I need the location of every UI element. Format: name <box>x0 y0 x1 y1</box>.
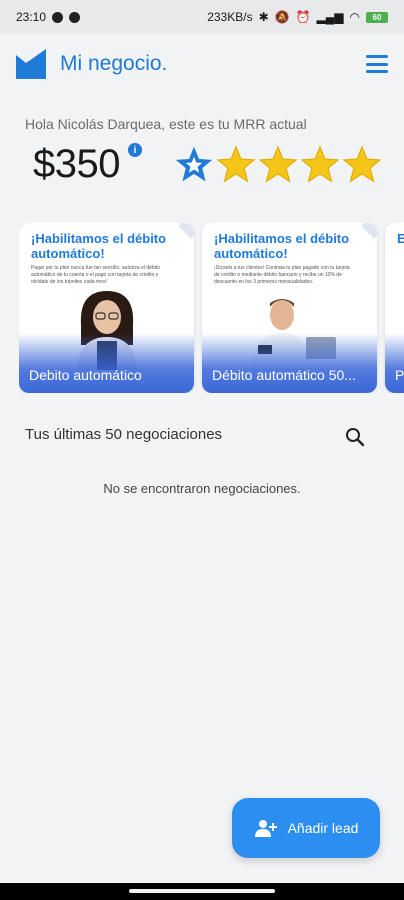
alarm-icon: ⏰ <box>295 10 311 24</box>
search-button[interactable] <box>344 426 366 448</box>
star-gold-icon <box>216 145 256 183</box>
card-gradient <box>385 333 404 393</box>
promo-card[interactable]: E Pl <box>385 223 404 393</box>
add-person-icon <box>254 820 277 837</box>
battery-icon: 60 <box>366 11 388 23</box>
mute-icon: 🔕 <box>274 10 290 24</box>
status-time: 23:10 <box>16 10 47 24</box>
card-gradient <box>202 333 377 393</box>
promo-headline: E <box>397 231 404 246</box>
brand: Mi negocio. <box>16 49 167 79</box>
promo-card[interactable]: ¡Habilitamos el débito automático! ¡Dícs… <box>202 223 377 393</box>
system-nav-bar <box>0 883 404 900</box>
app-bar: Mi negocio. <box>0 34 404 94</box>
signal-icon: ▂▄▆ <box>316 10 344 24</box>
promo-label: Debito automático <box>29 367 142 383</box>
promo-carousel[interactable]: ¡Habilitamos el débito automático! Pagar… <box>19 223 404 393</box>
menu-icon-line <box>366 70 388 73</box>
promo-body: ¡Dícselo a tus clientes! Contrata tu pla… <box>214 265 350 285</box>
rating-stars <box>174 145 382 183</box>
promo-headline: ¡Habilitamos el débito automático! <box>214 231 350 261</box>
search-icon <box>346 428 365 447</box>
info-icon[interactable]: i <box>128 143 142 157</box>
negotiations-title: Tus últimas 50 negociaciones <box>25 426 223 443</box>
menu-button[interactable] <box>366 55 388 73</box>
promo-card[interactable]: ¡Habilitamos el débito automático! Pagar… <box>19 223 194 393</box>
add-lead-label: Añadir lead <box>287 820 359 836</box>
star-gold-icon <box>258 145 298 183</box>
star-outline-icon <box>175 146 213 182</box>
greeting-text: Hola Nicolás Darquea, este es tu MRR act… <box>25 116 307 132</box>
star-gold-icon <box>342 145 382 183</box>
promo-label: Pl <box>395 367 404 383</box>
mrr-value: $350 <box>33 142 120 186</box>
promo-label: Débito automático 50... <box>212 367 356 383</box>
menu-icon-line <box>366 62 388 66</box>
card-gradient <box>19 333 194 393</box>
home-gesture-handle[interactable] <box>129 889 275 893</box>
app-notification-icon <box>69 11 81 23</box>
wifi-icon: ◠ <box>349 10 360 24</box>
promo-body: Pagar por tu plan nunca fue tan sencillo… <box>31 265 160 285</box>
app-title: Mi negocio. <box>60 52 168 75</box>
add-lead-button[interactable]: Añadir lead <box>232 798 380 858</box>
status-bar: 23:10 233KB/s ✱ 🔕 ⏰ ▂▄▆ ◠ 60 <box>0 0 404 34</box>
app-logo-icon <box>16 49 46 79</box>
promo-headline: ¡Habilitamos el débito automático! <box>31 231 167 261</box>
bluetooth-icon: ✱ <box>258 10 269 24</box>
notification-icon <box>52 11 64 23</box>
star-gold-icon <box>300 145 340 183</box>
empty-state-message: No se encontraron negociaciones. <box>103 481 301 496</box>
menu-icon <box>366 55 388 58</box>
network-speed: 233KB/s <box>207 10 253 24</box>
